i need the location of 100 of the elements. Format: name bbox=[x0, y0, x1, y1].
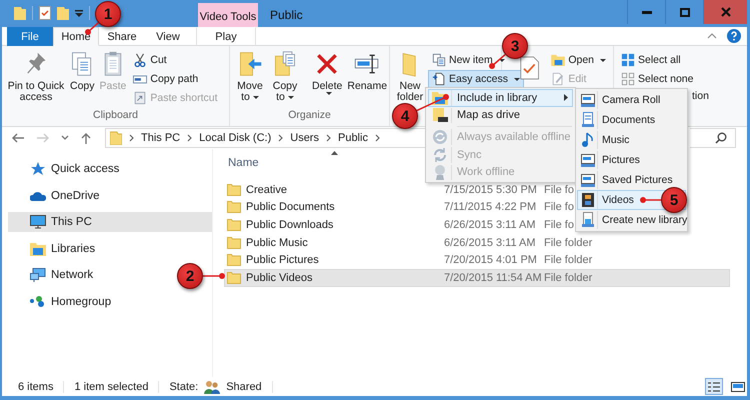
file-type: File folder bbox=[544, 272, 592, 284]
folder-icon bbox=[551, 54, 566, 66]
chevron-right-icon bbox=[187, 134, 192, 142]
new-item-icon bbox=[432, 53, 446, 67]
collapse-icon[interactable] bbox=[707, 33, 717, 39]
navigation-item[interactable]: Network bbox=[8, 265, 100, 285]
sync-icon bbox=[432, 146, 448, 163]
navigation-item[interactable]: OneDrive bbox=[8, 186, 106, 206]
chevron-right-icon bbox=[278, 134, 284, 142]
navigation-item[interactable]: Quick access bbox=[8, 159, 126, 179]
document-library-icon bbox=[580, 112, 594, 128]
grid-icon bbox=[621, 53, 635, 67]
chevron-right-icon bbox=[374, 134, 380, 142]
file-type: File fo bbox=[544, 218, 574, 231]
help-icon[interactable] bbox=[727, 29, 741, 43]
folder-icon bbox=[110, 131, 122, 145]
easy-access-button[interactable]: Easy access bbox=[428, 70, 524, 88]
network-icon bbox=[30, 268, 46, 282]
chevron-down-icon[interactable] bbox=[61, 135, 69, 141]
navigation-item[interactable]: Homegroup bbox=[8, 292, 118, 312]
copy-button[interactable]: Copy bbox=[68, 49, 97, 94]
pencil-page-icon bbox=[551, 72, 566, 86]
caret-icon bbox=[288, 96, 294, 99]
monitor-icon bbox=[30, 215, 46, 229]
column-header[interactable]: Name bbox=[224, 157, 259, 169]
menu-item[interactable]: Pictures bbox=[577, 150, 686, 170]
state-value: Shared bbox=[226, 380, 262, 392]
copy-path-button[interactable]: Copy path bbox=[129, 70, 202, 88]
folder-icon[interactable] bbox=[57, 6, 69, 20]
back-icon[interactable] bbox=[11, 133, 25, 143]
file-name: Public Music bbox=[246, 236, 308, 249]
close-button[interactable] bbox=[703, 0, 747, 24]
date-modified: 6/26/2015 3:11 AM bbox=[444, 236, 537, 249]
file-row[interactable]: Public Videos 7/20/2015 11:54 AM File folder bbox=[224, 268, 730, 287]
file-type: File folder bbox=[544, 254, 592, 266]
select-none-button[interactable]: Select none bbox=[617, 70, 698, 88]
ribbon-tab[interactable]: File bbox=[7, 27, 53, 46]
navigation-item[interactable]: This PC bbox=[8, 212, 212, 232]
caret-icon bbox=[498, 58, 505, 62]
move-to-button[interactable]: Move to bbox=[233, 49, 267, 105]
folder-icon[interactable] bbox=[14, 6, 26, 20]
delete-button[interactable]: Delete bbox=[310, 49, 344, 97]
checklist-icon[interactable] bbox=[39, 6, 51, 20]
file-row[interactable]: Public Downloads 6/26/2015 3:11 AM File fo bbox=[224, 216, 575, 234]
breadcrumb[interactable]: This PC bbox=[141, 132, 180, 144]
window-title: Public bbox=[270, 8, 303, 22]
menu-item[interactable]: Include in library bbox=[428, 89, 573, 106]
file-row[interactable]: Public Music 6/26/2015 3:11 AM File folder bbox=[224, 234, 594, 252]
file-row[interactable]: Public Pictures 7/20/2015 4:01 PM File folder bbox=[224, 251, 594, 269]
close-icon bbox=[720, 7, 730, 17]
date-modified: 7/20/2015 4:01 PM bbox=[444, 254, 538, 266]
ribbon-tab[interactable]: View bbox=[145, 27, 191, 46]
maximize-icon bbox=[680, 8, 690, 16]
details-view-button[interactable] bbox=[705, 378, 723, 395]
picture-library-icon bbox=[580, 173, 594, 187]
invert-selection-button[interactable]: tion bbox=[691, 87, 710, 105]
up-arrow-icon[interactable] bbox=[80, 132, 92, 144]
dropdown-icon[interactable] bbox=[75, 9, 83, 17]
folder-documents-icon bbox=[272, 51, 298, 77]
folder-icon bbox=[227, 201, 241, 214]
date-modified: 7/15/2015 5:30 PM bbox=[444, 184, 538, 196]
date-modified: 7/20/2015 11:54 AM bbox=[444, 272, 543, 284]
file-name: Public Pictures bbox=[246, 254, 319, 266]
picture-library-icon bbox=[580, 153, 594, 167]
file-name: Public Documents bbox=[246, 201, 335, 214]
item-count: 6 items bbox=[18, 380, 54, 392]
submenu-arrow-icon bbox=[564, 94, 568, 102]
file-row[interactable]: Creative 7/15/2015 5:30 PM File fo bbox=[224, 181, 575, 199]
select-all-button[interactable]: Select all bbox=[617, 51, 685, 69]
scissors-icon bbox=[133, 53, 148, 67]
file-row[interactable]: Public Documents 7/11/2015 4:22 PM File fo bbox=[224, 198, 575, 216]
menu-item[interactable]: Camera Roll bbox=[577, 90, 686, 110]
grid-icon bbox=[621, 72, 635, 86]
new-folder-button[interactable]: New folder bbox=[393, 49, 427, 105]
navigation-item[interactable]: Libraries bbox=[8, 238, 102, 258]
menu-item[interactable]: Create new library bbox=[577, 210, 686, 230]
selection-count: 1 item selected bbox=[74, 380, 148, 392]
menu-item[interactable]: Map as drive bbox=[428, 106, 573, 124]
breadcrumb[interactable]: Local Disk (C:) bbox=[199, 132, 272, 144]
leader-line bbox=[640, 197, 661, 203]
copy-to-button[interactable]: Copy to bbox=[268, 49, 302, 105]
search-field[interactable] bbox=[690, 128, 736, 148]
cut-button[interactable]: Cut bbox=[129, 51, 171, 69]
dots-icon bbox=[30, 296, 46, 308]
open-button[interactable]: Open bbox=[547, 51, 610, 69]
breadcrumb[interactable]: Public bbox=[338, 132, 368, 144]
drive-folder-icon bbox=[432, 107, 448, 124]
pin-to-quick-access-button[interactable]: Pin to Quick access bbox=[5, 49, 67, 105]
ribbon-tab[interactable]: Share bbox=[99, 27, 145, 46]
breadcrumb[interactable]: Users bbox=[290, 132, 319, 144]
ribbon-tab[interactable]: Home bbox=[53, 27, 99, 46]
checkmark-document-icon[interactable] bbox=[519, 55, 540, 81]
people-icon bbox=[204, 380, 220, 394]
menu-item[interactable]: Documents bbox=[577, 110, 686, 130]
file-name: Public Videos bbox=[246, 272, 312, 284]
shortcut-icon bbox=[133, 91, 148, 105]
step-marker: 1 bbox=[95, 1, 121, 27]
menu-item[interactable]: Saved Pictures bbox=[577, 170, 686, 190]
rename-button[interactable]: Rename bbox=[345, 49, 390, 94]
caret-icon bbox=[600, 58, 606, 62]
